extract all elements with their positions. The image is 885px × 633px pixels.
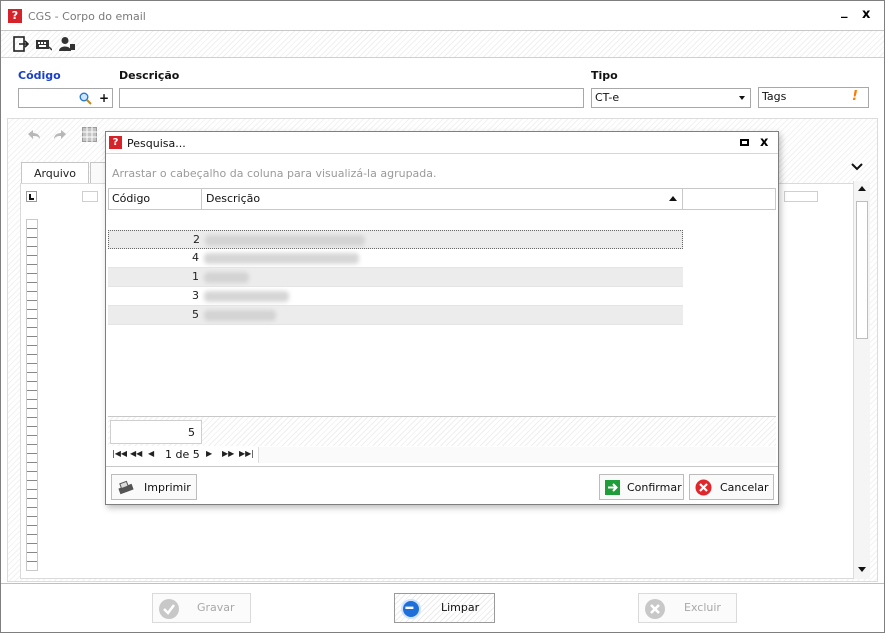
check-icon bbox=[159, 599, 179, 619]
cancelar-label: Cancelar bbox=[720, 481, 769, 494]
exit-icon[interactable] bbox=[13, 36, 29, 52]
add-icon[interactable]: + bbox=[99, 89, 109, 107]
grid-header: Código Descrição bbox=[108, 188, 776, 210]
table-row[interactable]: 4 bbox=[108, 249, 683, 268]
undo-icon[interactable] bbox=[26, 128, 42, 142]
user-icon[interactable] bbox=[59, 36, 75, 52]
scroll-down-icon[interactable] bbox=[858, 567, 866, 572]
imprimir-button[interactable]: Imprimir bbox=[111, 474, 197, 500]
app-logo-icon: ? bbox=[109, 136, 122, 149]
scroll-thumb[interactable] bbox=[856, 201, 868, 339]
limpar-button[interactable]: Limpar bbox=[394, 593, 495, 623]
group-by-hint[interactable]: Arrastar o cabeçalho da coluna para visu… bbox=[112, 167, 437, 180]
warning-icon: ! bbox=[852, 89, 858, 104]
chevron-down-icon bbox=[739, 96, 745, 100]
row-codigo: 2 bbox=[193, 233, 200, 246]
gravar-button[interactable]: Gravar bbox=[152, 593, 251, 623]
codigo-label: Código bbox=[18, 69, 61, 82]
last-page-icon[interactable]: ▶▶| bbox=[239, 449, 254, 458]
codigo-field[interactable]: + bbox=[18, 88, 113, 108]
search-icon[interactable] bbox=[79, 92, 92, 105]
title-bar: ? CGS - Corpo do email _ x bbox=[1, 1, 884, 31]
row-codigo: 5 bbox=[192, 308, 199, 321]
tags-field[interactable]: Tags ! bbox=[758, 87, 869, 108]
row-descricao-redacted bbox=[205, 235, 365, 246]
descricao-field[interactable] bbox=[119, 88, 584, 108]
limpar-label: Limpar bbox=[441, 601, 480, 614]
page-indicator: 1 de 5 bbox=[165, 448, 200, 461]
vertical-scrollbar[interactable] bbox=[853, 181, 870, 579]
excluir-button[interactable]: Excluir bbox=[638, 593, 737, 623]
grid-footer: 5 bbox=[108, 416, 776, 446]
row-codigo: 3 bbox=[192, 289, 199, 302]
toolbar bbox=[1, 31, 884, 58]
tags-label: Tags bbox=[762, 90, 787, 103]
search-dialog: ? Pesquisa... x Arrastar o cabeçalho da … bbox=[105, 131, 779, 505]
delete-icon bbox=[645, 599, 665, 619]
table-row[interactable]: 3 bbox=[108, 287, 683, 306]
excluir-label: Excluir bbox=[684, 601, 721, 614]
row-descricao-redacted bbox=[204, 310, 276, 321]
table-row[interactable]: 2 bbox=[108, 230, 683, 249]
table-row[interactable]: 5 bbox=[108, 306, 683, 325]
ruler-corner bbox=[26, 191, 37, 202]
row-descricao-redacted bbox=[204, 291, 289, 302]
table-row[interactable]: 1 bbox=[108, 268, 683, 287]
descricao-label: Descrição bbox=[119, 69, 180, 82]
table-icon[interactable] bbox=[82, 127, 97, 142]
minimize-button[interactable]: _ bbox=[841, 5, 848, 19]
action-bar: Gravar Limpar Excluir bbox=[1, 583, 884, 632]
imprimir-label: Imprimir bbox=[144, 481, 191, 494]
confirmar-label: Confirmar bbox=[627, 481, 682, 494]
row-count: 5 bbox=[110, 420, 202, 444]
gravar-label: Gravar bbox=[197, 601, 235, 614]
minus-icon bbox=[401, 599, 421, 619]
sort-ascending-icon bbox=[669, 196, 677, 201]
chevron-down-icon[interactable] bbox=[851, 163, 863, 171]
row-codigo: 1 bbox=[192, 270, 199, 283]
app-logo-icon: ? bbox=[8, 9, 22, 23]
column-header-codigo[interactable]: Código bbox=[109, 189, 202, 209]
dialog-title-bar: ? Pesquisa... x bbox=[106, 132, 778, 154]
cancel-icon bbox=[695, 479, 712, 496]
row-descricao-redacted bbox=[204, 253, 359, 264]
close-button[interactable]: x bbox=[862, 8, 870, 22]
tipo-value: CT-e bbox=[595, 91, 620, 104]
maximize-icon[interactable] bbox=[740, 139, 749, 146]
row-codigo: 4 bbox=[192, 251, 199, 264]
column-header-descricao[interactable]: Descrição bbox=[203, 189, 683, 209]
first-page-icon[interactable]: |◀◀ bbox=[112, 449, 127, 458]
next-page-group-icon[interactable]: ▶▶ bbox=[222, 449, 234, 458]
confirmar-button[interactable]: Confirmar bbox=[599, 474, 684, 500]
cancelar-button[interactable]: Cancelar bbox=[689, 474, 774, 500]
next-page-icon[interactable]: ▶ bbox=[206, 449, 212, 458]
confirm-arrow-icon bbox=[605, 480, 620, 495]
window-title: CGS - Corpo do email bbox=[28, 10, 146, 23]
vertical-ruler bbox=[26, 219, 38, 571]
tipo-label: Tipo bbox=[591, 69, 618, 82]
row-descricao-redacted bbox=[204, 272, 249, 283]
printer-icon bbox=[118, 480, 134, 495]
pager-scrollbar[interactable] bbox=[258, 447, 776, 463]
dialog-action-bar: Imprimir Confirmar Cancelar bbox=[106, 466, 778, 504]
scroll-up-icon[interactable] bbox=[858, 186, 866, 191]
prev-page-group-icon[interactable]: ◀◀ bbox=[130, 449, 142, 458]
tab-arquivo[interactable]: Arquivo bbox=[21, 162, 89, 184]
tipo-select[interactable]: CT-e bbox=[591, 88, 751, 108]
redo-icon[interactable] bbox=[52, 128, 68, 142]
ruler-h-start bbox=[82, 191, 98, 202]
dialog-close-button[interactable]: x bbox=[760, 135, 768, 150]
keyboard-icon[interactable] bbox=[36, 36, 52, 52]
prev-page-icon[interactable]: ◀ bbox=[148, 449, 154, 458]
ruler-h-end bbox=[784, 191, 818, 202]
pager: |◀◀ ◀◀ ◀ 1 de 5 ▶ ▶▶ ▶▶| bbox=[108, 446, 776, 464]
dialog-title: Pesquisa... bbox=[127, 137, 186, 150]
